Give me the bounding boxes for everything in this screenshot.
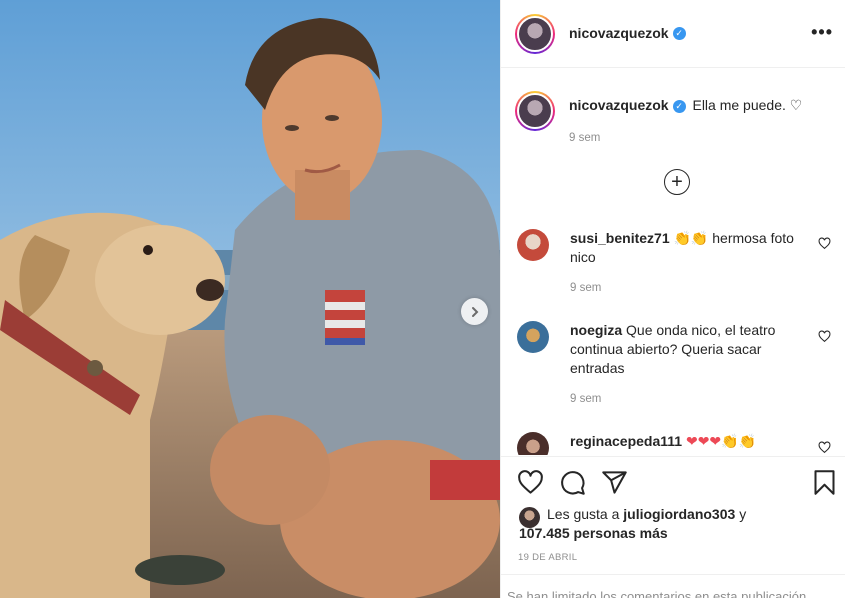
post-date[interactable]: 19 DE ABRIL — [518, 552, 577, 563]
comments-limited-notice: Se han limitado los comentarios en esta … — [501, 574, 845, 598]
heart-icon[interactable] — [818, 330, 831, 343]
liker-username[interactable]: juliogiordano303 — [623, 506, 735, 522]
comment-username[interactable]: reginacepeda111 — [570, 433, 682, 449]
commenter-avatar[interactable] — [517, 432, 549, 455]
caption-text: Ella me puede. ♡ — [692, 97, 803, 113]
comment-body: reginacepeda111 ❤❤❤👏👏 — [570, 432, 795, 451]
post-actions: Les gusta a juliogiordano303 y 107.485 p… — [501, 456, 845, 598]
caption-username[interactable]: nicovazquezok — [569, 97, 669, 113]
comments-section[interactable]: nicovazquezok ✓ Ella me puede. ♡ 9 sem + … — [501, 69, 845, 455]
likes-line-1: Les gusta a juliogiordano303 y — [519, 505, 746, 524]
heart-icon[interactable] — [818, 441, 831, 454]
comment-username[interactable]: susi_benitez71 — [570, 230, 670, 246]
likes-summary: Les gusta a juliogiordano303 y 107.485 p… — [519, 505, 746, 543]
verified-icon: ✓ — [672, 99, 686, 113]
next-photo-button[interactable] — [461, 298, 488, 325]
comment-text: ❤❤❤👏👏 — [685, 433, 757, 449]
comment-icon[interactable] — [559, 469, 586, 496]
verified-icon: ✓ — [672, 26, 686, 40]
post-header: nicovazquezok ✓ ••• — [501, 0, 845, 68]
author-username[interactable]: nicovazquezok — [569, 25, 669, 41]
comment-time[interactable]: 9 sem — [570, 282, 601, 294]
author-avatar[interactable] — [515, 13, 555, 54]
post-photo — [0, 0, 500, 598]
liker-avatar[interactable] — [519, 507, 540, 528]
comment-body: noegiza Que onda nico, el teatro continu… — [570, 321, 800, 378]
likes-count[interactable]: 107.485 personas más — [519, 525, 668, 541]
caption-avatar[interactable] — [515, 91, 555, 131]
more-icon: ••• — [811, 22, 833, 42]
commenter-avatar[interactable] — [517, 321, 549, 353]
chevron-right-icon — [471, 306, 478, 317]
bookmark-icon[interactable] — [811, 469, 838, 496]
likes-line-2: 107.485 personas más — [519, 524, 746, 543]
caption-text-block: nicovazquezok ✓ Ella me puede. ♡ — [569, 97, 802, 131]
more-options-button[interactable]: ••• — [811, 22, 833, 43]
plus-circle-icon: + — [671, 171, 683, 193]
comment-username[interactable]: noegiza — [570, 322, 622, 338]
heart-icon[interactable] — [818, 237, 831, 250]
author-username-wrap: nicovazquezok ✓ — [569, 25, 686, 43]
share-icon[interactable] — [601, 469, 628, 496]
photo-image — [0, 0, 500, 598]
comment-body: susi_benitez71 👏👏 hermosa foto nico — [570, 229, 795, 267]
load-more-comments-button[interactable]: + — [664, 169, 690, 195]
likes-suffix: y — [739, 506, 747, 522]
comment-time[interactable]: 9 sem — [570, 393, 601, 405]
heart-icon[interactable] — [517, 469, 544, 496]
post-side-panel: nicovazquezok ✓ ••• nicovazquezok ✓ Ella m… — [500, 0, 845, 598]
likes-prefix: Les gusta a — [547, 506, 620, 522]
post-caption: nicovazquezok ✓ Ella me puede. ♡ — [501, 69, 845, 131]
caption-time[interactable]: 9 sem — [569, 132, 600, 144]
commenter-avatar[interactable] — [517, 229, 549, 261]
